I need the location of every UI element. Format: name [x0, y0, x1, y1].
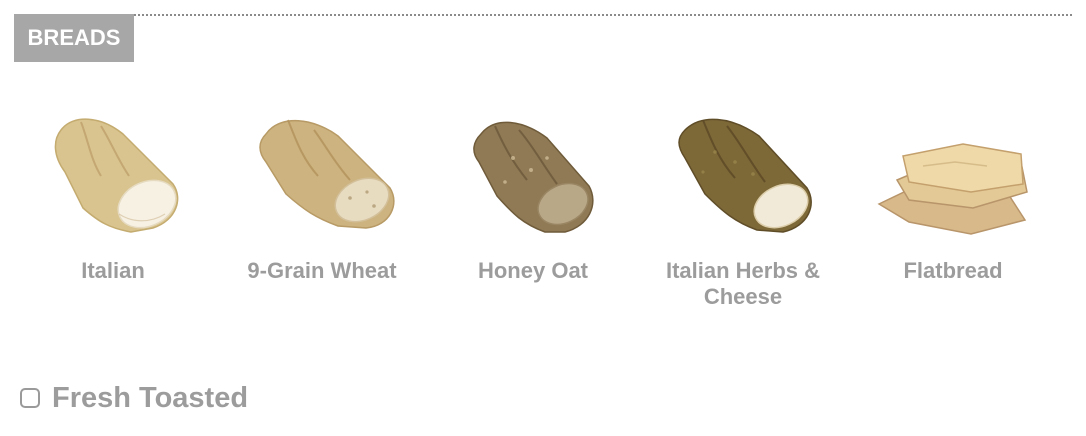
bread-label: Flatbread	[903, 258, 1003, 283]
bread-list: Italian 9-Grain Wheat Honey Oat Italian …	[0, 0, 1086, 340]
bread-option-flatbread[interactable]: Flatbread	[853, 100, 1053, 320]
bread-option-italian-herbs-cheese[interactable]: Italian Herbs & Cheese	[643, 100, 843, 320]
bread-label: Honey Oat	[477, 258, 589, 283]
herbs-cheese-bread-icon	[678, 118, 812, 233]
flatbread-icon	[877, 143, 1028, 235]
wheat-bread-icon	[259, 119, 395, 229]
bread-label: 9-Grain Wheat	[247, 258, 397, 283]
bread-option-italian[interactable]: Italian	[13, 100, 213, 320]
honey-oat-bread-icon	[473, 121, 594, 233]
fresh-toasted-label[interactable]: Fresh Toasted	[52, 380, 248, 416]
italian-bread-icon	[54, 118, 179, 233]
bread-label: Italian Herbs & Cheese	[665, 258, 821, 309]
bread-option-9-grain-wheat[interactable]: 9-Grain Wheat	[222, 100, 422, 320]
fresh-toasted-checkbox[interactable]	[20, 388, 40, 408]
bread-option-honey-oat[interactable]: Honey Oat	[433, 100, 633, 320]
bread-label: Italian	[81, 258, 145, 283]
